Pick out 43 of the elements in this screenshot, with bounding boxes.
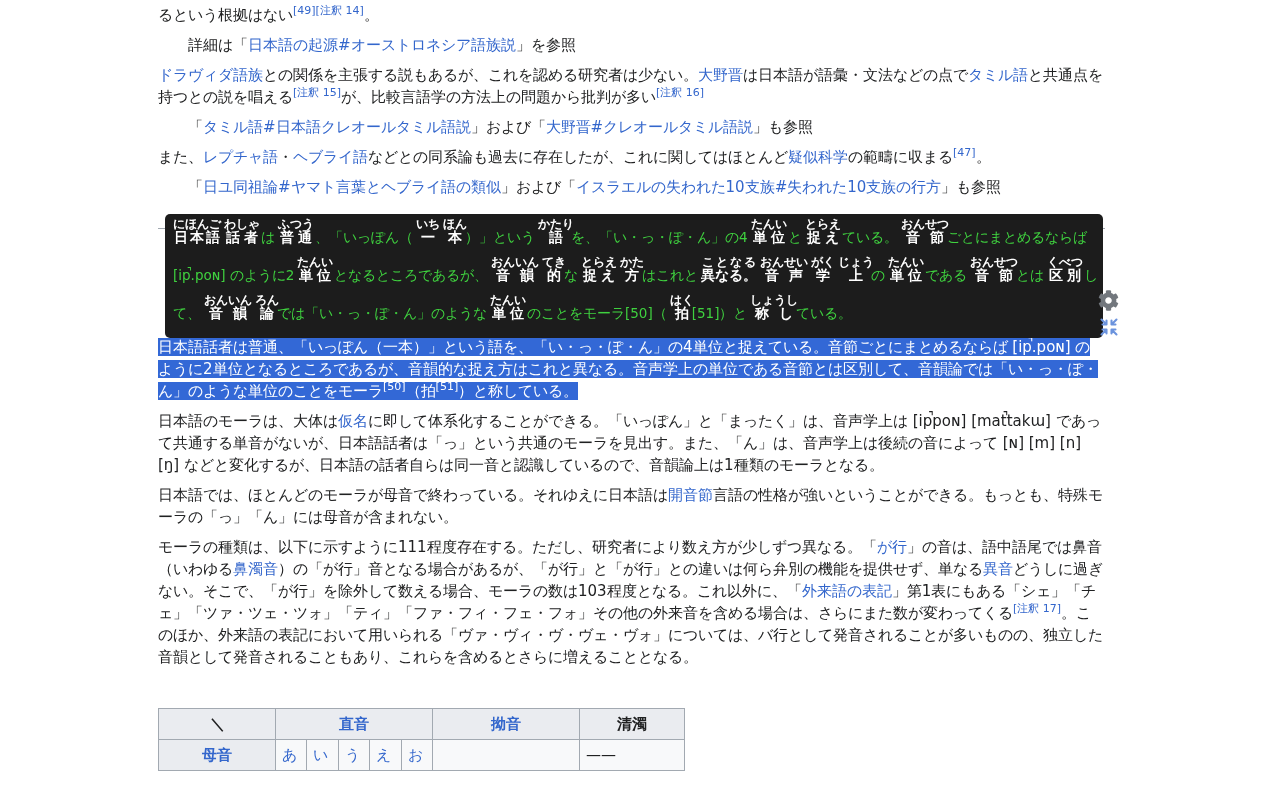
paragraph-text: 日本語では、ほとんどのモーラが母音で終わっている。それゆえに日本語は開音節言語の性格が強いということができる。もっとも、特殊モーラの「っ」「ん」には母音が含まれない。 (158, 485, 1104, 528)
footnote-link[interactable]: [50] (383, 380, 406, 393)
hatnote-text: 詳細は「日本語の起源#オーストロネシア語族説」を参照 (187, 35, 577, 56)
footnote-link[interactable]: [51] (435, 380, 459, 393)
article-link[interactable]: 大野晋#クレオールタミル語説 (545, 118, 754, 136)
article-link[interactable]: ドラヴィダ語族 (158, 66, 263, 84)
hatnote-text: 「タミル語#日本語クレオールタミル語説」および「大野晋#クレオールタミル語説」も参照 (187, 117, 815, 138)
footnote-link[interactable]: [49] (293, 4, 316, 17)
furigana-text: 日本語 にほんご 話者 わしゃ は 普通 ふつう 、「いっぽん（ 一 いち 本 ほん ）」という 語 かたり を、「い・っ・ぽ・ん」の4 単位 たんい と 捉え とらえ ている。 音節 おんせつ ごとにまとめるならば [ip̚.poɴ] のように2 単位 たんい となるところであるが、 音韻 おんいん 的 てき な 捉え とらえ 方 かた はこれと 異なる。 ことなる 音声 おんせい 学 がく 上 じょう の 単位 たんい である 音節 おんせつ とは 区別 くべつ して、 音韻 おんいん 論 ろん では「い・っ・ぽ・ん」のような 単位 たんい のことをモーラ[50]（ 拍 はく [51]）と 称し しょうし ている。 (173, 218, 1099, 323)
article-link[interactable]: タミル語 (968, 66, 1028, 84)
row-header[interactable]: 母音 (158, 739, 276, 771)
article-link[interactable]: 外来語の表記 (801, 582, 892, 600)
article-link[interactable]: 大野晋 (698, 66, 743, 84)
article-link[interactable]: 異音 (983, 560, 1013, 578)
paragraph-text: ドラヴィダ語族との関係を主張する説もあるが、これを認める研究者は少ない。大野晋は日本語が語彙・文法などの点でタミル語と共通点を持つとの説を唱える$^{[注釈 15]}$が、比較言語学の方法上の問題から批判が多い$^{[注釈 16]}$ (158, 65, 1104, 108)
article-link[interactable]: 日本語の起源#オーストロネシア語族説 (248, 36, 516, 54)
article-link[interactable]: 仮名 (338, 412, 368, 430)
article-link[interactable]: が行 (876, 538, 907, 556)
column-header: 清濁 (579, 708, 685, 740)
article-link[interactable]: レプチャ語 (203, 148, 278, 166)
article-link[interactable]: ヘブライ語 (293, 148, 368, 166)
column-header[interactable]: 拗音 (432, 708, 580, 740)
article-link[interactable]: タミル語#日本語クレオールタミル語説 (203, 118, 471, 136)
footnote-link[interactable]: [注釈 17] (1013, 602, 1062, 615)
footnote-link[interactable]: [注釈 16] (656, 86, 705, 99)
article-link[interactable]: イスラエルの失われた10支族#失われた10支族の行方 (575, 178, 942, 196)
paragraph-text: るという根拠はない$^{[49]}$$^{[注釈 14]}$。 (158, 4, 380, 26)
footnote-link[interactable]: [47] (953, 146, 976, 159)
paragraph-text: 日本語のモーラは、大体は仮名に即して体系化することができる。「いっぽん」と「まったく」は、音声学上は [ip̚poɴ] [mat̚takɯ] であって共通する単音がないが、日本語話者は「っ」という共通のモーラを見出す。また、「ん」は、音声学上は後続の音によって [ɴ] [m] [n] [ŋ] などと変化するが、日本語の話者自らは同一音と認識しているので、音韻論上は1種類のモーラとなる。 (158, 410, 1102, 476)
article-link[interactable]: 鼻濁音 (233, 560, 278, 578)
hatnote-text: 「日ユ同祖論#ヤマト言葉とヘブライ語の類似」および「イスラエルの失われた10支族#失われた10支族の行方」も参照 (187, 177, 1003, 198)
footnote-link[interactable]: [注釈 14] (315, 4, 364, 17)
article-link[interactable]: 疑似科学 (788, 148, 848, 166)
footnote-link[interactable]: [注釈 15] (293, 86, 342, 99)
paragraph-text: また、レプチャ語・ヘブライ語などとの同系論も過去に存在したが、これに関してはほとんど疑似科学の範疇に収まる$^{[47]}$。 (158, 146, 992, 168)
column-header[interactable]: 直音 (275, 708, 433, 740)
collapse-icon[interactable] (1098, 317, 1119, 337)
article-link[interactable]: 日ユ同祖論#ヤマト言葉とヘブライ語の類似 (203, 178, 501, 196)
paragraph-text: モーラの種類は、以下に示すように111程度存在する。ただし、研究者により数え方が少しずつ異なる。「が行」の音は、語中語尾では鼻音（いわゆる鼻濁音）の「が行」音となる場合があるが、「が行」と「が行」との違いは何ら弁別の機能を提供せず、単なる異音どうしに過ぎない。そこで、「が行」を除外して数える場合、モーラの数は103程度となる。これ以外に、「外来語の表記」第1表にもある「シェ」「チェ」「ツァ・ツェ・ツォ」「ティ」「ファ・フィ・フェ・フォ」その他の外来音を含める場合は、さらにまた数が変わってくる$^{[注釈 17]}$。このほか、外来語の表記において用いられる「ヴァ・ヴィ・ヴ・ヴェ・ヴォ」については、バ行として発音されることが多いものの、独立した音韻として発音されることもあり、これらを含めるとさらに増えることとなる。 (158, 537, 1104, 668)
table-cell: —— (579, 739, 685, 771)
article-link[interactable]: 開音節 (668, 486, 713, 504)
column-header: ＼ (158, 708, 276, 740)
settings-icon[interactable] (1098, 290, 1119, 311)
